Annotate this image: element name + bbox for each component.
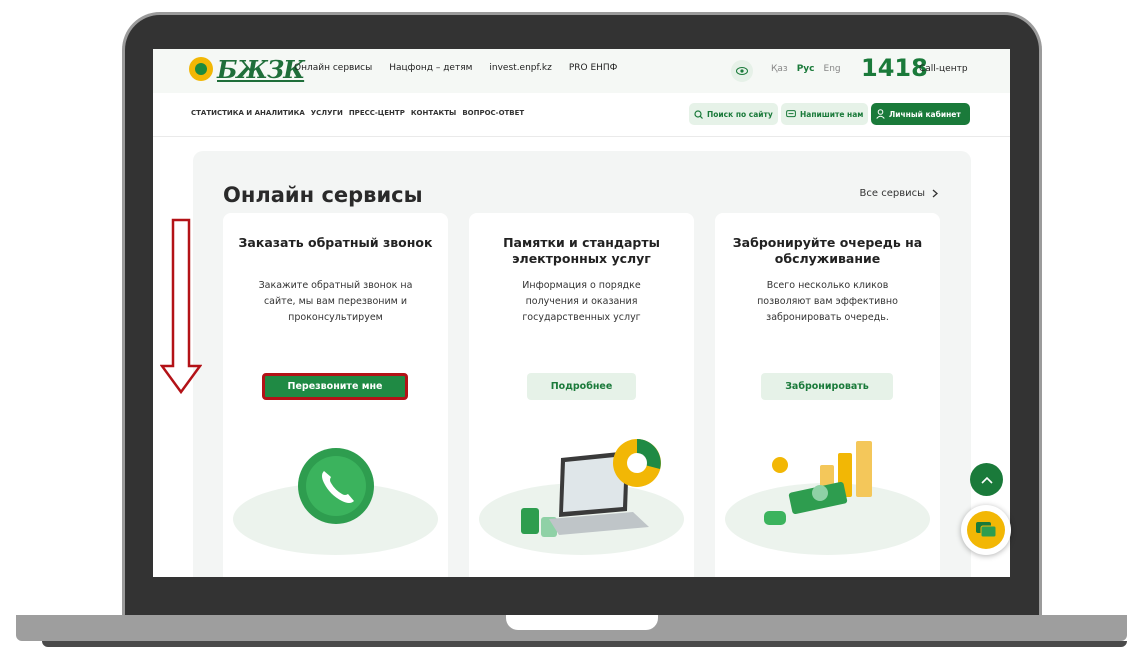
- site-search-label: Поиск по сайту: [707, 109, 773, 119]
- laptop-notch: [506, 615, 658, 630]
- header-main-nav: СТАТИСТИКА И АНАЛИТИКА УСЛУГИ ПРЕСС-ЦЕНТ…: [153, 93, 1010, 137]
- top-nav-online-services[interactable]: Онлайн сервисы: [294, 63, 372, 73]
- section-title: Онлайн сервисы: [223, 183, 423, 207]
- top-nav-invest[interactable]: invest.enpf.kz: [489, 63, 551, 73]
- message-icon: [786, 109, 796, 117]
- money-stack-icon: [764, 441, 872, 525]
- lang-rus[interactable]: Рус: [797, 64, 815, 74]
- chat-widget-inner: [967, 511, 1005, 549]
- lang-eng[interactable]: Eng: [824, 64, 841, 74]
- card-title: Памятки и стандарты электронных услуг: [503, 235, 660, 266]
- logo-text: БЖЗК: [217, 54, 305, 84]
- service-card-standards: Памятки и стандарты электронных услуг Ин…: [469, 213, 694, 577]
- personal-cabinet-label: Личный кабинет: [889, 109, 961, 119]
- main-nav-press[interactable]: ПРЕСС-ЦЕНТР: [349, 109, 405, 117]
- logo-emblem-icon: [189, 57, 213, 81]
- card-description: Всего несколько кликов позволяют вам эфф…: [757, 280, 898, 323]
- main-nav-services[interactable]: УСЛУГИ: [311, 109, 343, 117]
- all-services-link[interactable]: Все сервисы: [860, 188, 938, 199]
- personal-cabinet-button[interactable]: Личный кабинет: [871, 103, 970, 125]
- accessibility-eye-button[interactable]: [731, 60, 753, 82]
- eye-icon: [736, 67, 748, 75]
- online-services-panel: Онлайн сервисы Все сервисы Заказать обра…: [193, 151, 971, 577]
- site-search-button[interactable]: Поиск по сайту: [689, 103, 778, 125]
- search-icon: [694, 109, 703, 119]
- chat-icon: [976, 522, 997, 538]
- top-nav-natsfond[interactable]: Нацфонд – детям: [389, 63, 472, 73]
- card-description: Закажите обратный звонок на сайте, мы ва…: [258, 280, 413, 323]
- phone-icon: [298, 448, 374, 524]
- top-nav: Онлайн сервисы Нацфонд – детям invest.en…: [294, 63, 617, 73]
- write-us-button[interactable]: Напишите нам: [781, 103, 869, 125]
- user-icon: [876, 109, 885, 119]
- service-card-callback: Заказать обратный звонок Закажите обратн…: [223, 213, 448, 577]
- chevron-right-icon: [932, 189, 938, 198]
- chevron-up-icon: [980, 476, 993, 484]
- lang-kaz[interactable]: Қаз: [771, 64, 788, 74]
- laptop-chart-icon: [521, 439, 661, 537]
- card-description: Информация о порядке получения и оказани…: [522, 280, 641, 323]
- site-logo[interactable]: БЖЗК: [189, 54, 305, 84]
- service-card-booking: Забронируйте очередь на обслуживание Все…: [715, 213, 940, 577]
- main-nav: СТАТИСТИКА И АНАЛИТИКА УСЛУГИ ПРЕСС-ЦЕНТ…: [191, 109, 524, 117]
- call-center-label: Call-центр: [919, 64, 968, 74]
- card-title: Забронируйте очередь на обслуживание: [732, 235, 923, 266]
- main-nav-contacts[interactable]: КОНТАКТЫ: [411, 109, 456, 117]
- header-top: БЖЗК Онлайн сервисы Нацфонд – детям inve…: [153, 49, 1010, 93]
- book-queue-button[interactable]: Забронировать: [761, 373, 893, 400]
- more-info-button[interactable]: Подробнее: [527, 373, 636, 400]
- main-nav-faq[interactable]: ВОПРОС-ОТВЕТ: [462, 109, 524, 117]
- chat-widget-button[interactable]: [961, 505, 1011, 555]
- all-services-label: Все сервисы: [859, 188, 925, 199]
- card-title: Заказать обратный звонок: [238, 235, 433, 250]
- top-nav-pro-enpf[interactable]: PRO ЕНПФ: [569, 63, 618, 73]
- callback-button[interactable]: Перезвоните мне: [262, 373, 408, 400]
- main-nav-statistics[interactable]: СТАТИСТИКА И АНАЛИТИКА: [191, 109, 305, 117]
- language-switcher: Қаз Рус Eng: [771, 64, 841, 74]
- browser-screen: БЖЗК Онлайн сервисы Нацфонд – детям inve…: [153, 49, 1010, 577]
- scroll-top-button[interactable]: [970, 463, 1003, 496]
- call-center-number[interactable]: 1418: [861, 54, 928, 82]
- laptop-base-shadow: [42, 641, 1127, 647]
- write-us-label: Напишите нам: [800, 109, 864, 119]
- annotation-arrow-icon: [160, 218, 202, 395]
